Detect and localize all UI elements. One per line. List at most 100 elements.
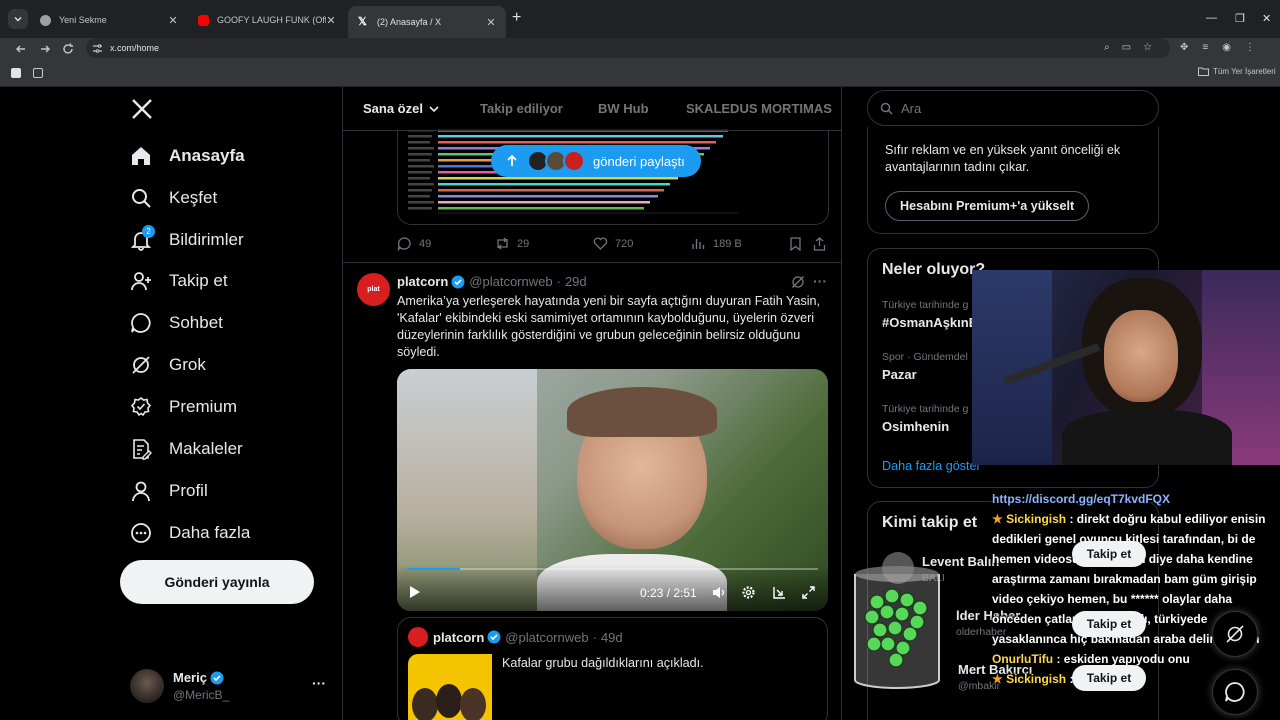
trend-item[interactable]: Osimhenin bbox=[882, 419, 949, 434]
settings-gear-icon[interactable] bbox=[741, 585, 756, 600]
minimize-button[interactable]: — bbox=[1206, 12, 1217, 24]
x-logo-icon[interactable] bbox=[130, 97, 154, 121]
tweet-time[interactable]: 29d bbox=[565, 274, 587, 289]
bookmarks-label: Tüm Yer İşaretleri bbox=[1213, 67, 1276, 76]
sidebar-item-profile[interactable]: Profil bbox=[130, 475, 208, 507]
new-posts-pill[interactable]: gönderi paylaştı bbox=[491, 145, 701, 177]
tab-title: GOOFY LAUGH FUNK (Official A bbox=[217, 15, 326, 25]
sidebar-item-label: Sohbet bbox=[169, 313, 223, 332]
tab-search-button[interactable] bbox=[8, 9, 28, 29]
browser-tab-new[interactable]: Yeni Sekme ✕ bbox=[30, 6, 188, 34]
browser-tab-youtube[interactable]: GOOFY LAUGH FUNK (Official A ✕ bbox=[188, 6, 346, 34]
bookmark-star-icon[interactable]: ☆ bbox=[1143, 42, 1152, 53]
bookmark-icon[interactable] bbox=[789, 237, 802, 251]
discord-link: https://discord.gg/eqT7kvdFQX bbox=[992, 492, 1171, 506]
follow-button[interactable]: Takip et bbox=[1072, 611, 1146, 637]
notification-badge: 2 bbox=[142, 225, 155, 238]
play-icon[interactable] bbox=[407, 585, 421, 599]
sidebar-item-home[interactable]: Anasayfa bbox=[130, 140, 245, 172]
tweet-author-handle[interactable]: @platcornweb bbox=[469, 274, 552, 289]
account-switcher[interactable]: Meriç @MericB_ ··· bbox=[130, 667, 330, 707]
like-action[interactable]: 720 bbox=[593, 236, 633, 251]
picture-in-picture-icon[interactable] bbox=[772, 585, 787, 600]
share-icon[interactable] bbox=[813, 237, 826, 251]
trends-title: Neler oluyor? bbox=[882, 261, 986, 278]
tweet-author-name[interactable]: platcorn bbox=[397, 274, 448, 289]
follow-button[interactable]: Takip et bbox=[1072, 541, 1146, 567]
browser-tab-x[interactable]: 𝕏 (2) Anasayfa / X ✕ bbox=[348, 6, 506, 38]
video-progress-bar[interactable] bbox=[407, 568, 818, 570]
sidebar-item-explore[interactable]: Keşfet bbox=[130, 182, 217, 214]
apps-icon[interactable] bbox=[11, 68, 21, 78]
tweet-video[interactable]: 0:23 / 2:51 bbox=[397, 369, 828, 611]
x-home-page: Anasayfa Keşfet 2 Bildirimler Takip et S… bbox=[0, 87, 1280, 720]
quoted-tweet[interactable]: platcorn @platcornweb · 49d Kafalar grub… bbox=[397, 617, 828, 720]
cast-icon[interactable]: ▭ bbox=[1122, 42, 1131, 53]
premium-upgrade-button[interactable]: Hesabını Premium+'a yükselt bbox=[885, 191, 1090, 221]
search-input[interactable]: Ara bbox=[867, 90, 1159, 126]
reply-action[interactable]: 49 bbox=[397, 236, 431, 251]
new-tab-button[interactable]: + bbox=[512, 9, 521, 27]
heart-icon bbox=[593, 237, 608, 250]
tweet-author-avatar[interactable]: plat bbox=[357, 273, 390, 306]
views-icon bbox=[692, 239, 705, 249]
quote-author-handle: @platcornweb bbox=[505, 629, 589, 645]
trend-item[interactable]: #OsmanAşkınB bbox=[882, 315, 978, 330]
follow-button[interactable]: Takip et bbox=[1072, 665, 1146, 691]
site-info-icon[interactable] bbox=[92, 43, 103, 54]
tweet-header: platcorn @platcornweb · 29d bbox=[397, 274, 587, 289]
search-placeholder: Ara bbox=[901, 100, 922, 116]
tab-groups-icon[interactable] bbox=[33, 68, 43, 78]
extensions-icon[interactable]: ✥ bbox=[1180, 42, 1188, 53]
volume-icon[interactable] bbox=[711, 585, 726, 600]
zoom-icon[interactable]: ⌕ bbox=[1104, 42, 1110, 53]
views-action[interactable]: 189 B bbox=[691, 236, 742, 251]
forward-arrow-icon[interactable] bbox=[38, 42, 52, 56]
profile-icon[interactable]: ◉ bbox=[1222, 42, 1231, 53]
repost-icon bbox=[497, 237, 508, 250]
reload-icon[interactable] bbox=[61, 42, 75, 56]
tweet-more-icon[interactable]: ··· bbox=[813, 273, 827, 289]
close-tab-icon[interactable]: ✕ bbox=[486, 16, 496, 29]
folder-icon bbox=[1198, 67, 1209, 76]
grok-icon[interactable] bbox=[791, 275, 805, 289]
grok-icon bbox=[132, 356, 150, 374]
home-icon bbox=[132, 147, 150, 165]
close-window-button[interactable]: ✕ bbox=[1262, 12, 1271, 25]
tab-following[interactable]: Takip ediliyor bbox=[480, 101, 563, 116]
fullscreen-icon[interactable] bbox=[801, 585, 816, 600]
tab-bw-hub[interactable]: BW Hub bbox=[598, 101, 649, 116]
grok-float-button[interactable] bbox=[1212, 611, 1258, 657]
messages-float-button[interactable] bbox=[1212, 669, 1258, 715]
reply-icon bbox=[397, 237, 411, 251]
post-button[interactable]: Gönderi yayınla bbox=[120, 560, 314, 604]
all-bookmarks-link[interactable]: Tüm Yer İşaretleri bbox=[1198, 67, 1276, 76]
webcam-overlay bbox=[972, 270, 1280, 465]
sidebar-item-premium[interactable]: Premium bbox=[130, 391, 237, 423]
trend-item[interactable]: Pazar bbox=[882, 367, 917, 382]
tab-title: Yeni Sekme bbox=[59, 15, 107, 25]
close-tab-icon[interactable]: ✕ bbox=[168, 14, 178, 27]
sidebar-item-articles[interactable]: Makaleler bbox=[130, 433, 243, 465]
maximize-button[interactable]: ❐ bbox=[1235, 12, 1245, 25]
show-more-link[interactable]: Daha fazla göster bbox=[882, 459, 981, 473]
quote-time: 49d bbox=[600, 629, 623, 645]
sidebar-item-more[interactable]: Daha fazla bbox=[130, 517, 250, 549]
media-control-icon[interactable]: ≡ bbox=[1202, 42, 1208, 53]
video-time: 0:23 / 2:51 bbox=[640, 586, 697, 600]
close-tab-icon[interactable]: ✕ bbox=[326, 14, 336, 27]
tab-skaledus-mortimas[interactable]: SKALEDUS MORTIMAS bbox=[686, 101, 832, 116]
back-arrow-icon[interactable] bbox=[14, 42, 28, 56]
browser-menu-icon[interactable]: ⋮ bbox=[1245, 42, 1255, 53]
tab-for-you[interactable]: Sana özel bbox=[363, 101, 440, 116]
main-feed: Sana özel Takip ediliyor BW Hub SKALEDUS… bbox=[343, 87, 841, 720]
sidebar-item-notifications[interactable]: 2 Bildirimler bbox=[130, 224, 244, 256]
address-bar[interactable] bbox=[86, 38, 1170, 58]
repost-action[interactable]: 29 bbox=[495, 236, 529, 251]
sidebar-item-grok[interactable]: Grok bbox=[130, 349, 206, 381]
profile-icon bbox=[132, 481, 150, 502]
sidebar-item-follow[interactable]: Takip et bbox=[130, 265, 228, 297]
account-menu-icon[interactable]: ··· bbox=[312, 675, 326, 691]
verified-badge-icon bbox=[210, 671, 224, 684]
sidebar-item-chat[interactable]: Sohbet bbox=[130, 307, 223, 339]
